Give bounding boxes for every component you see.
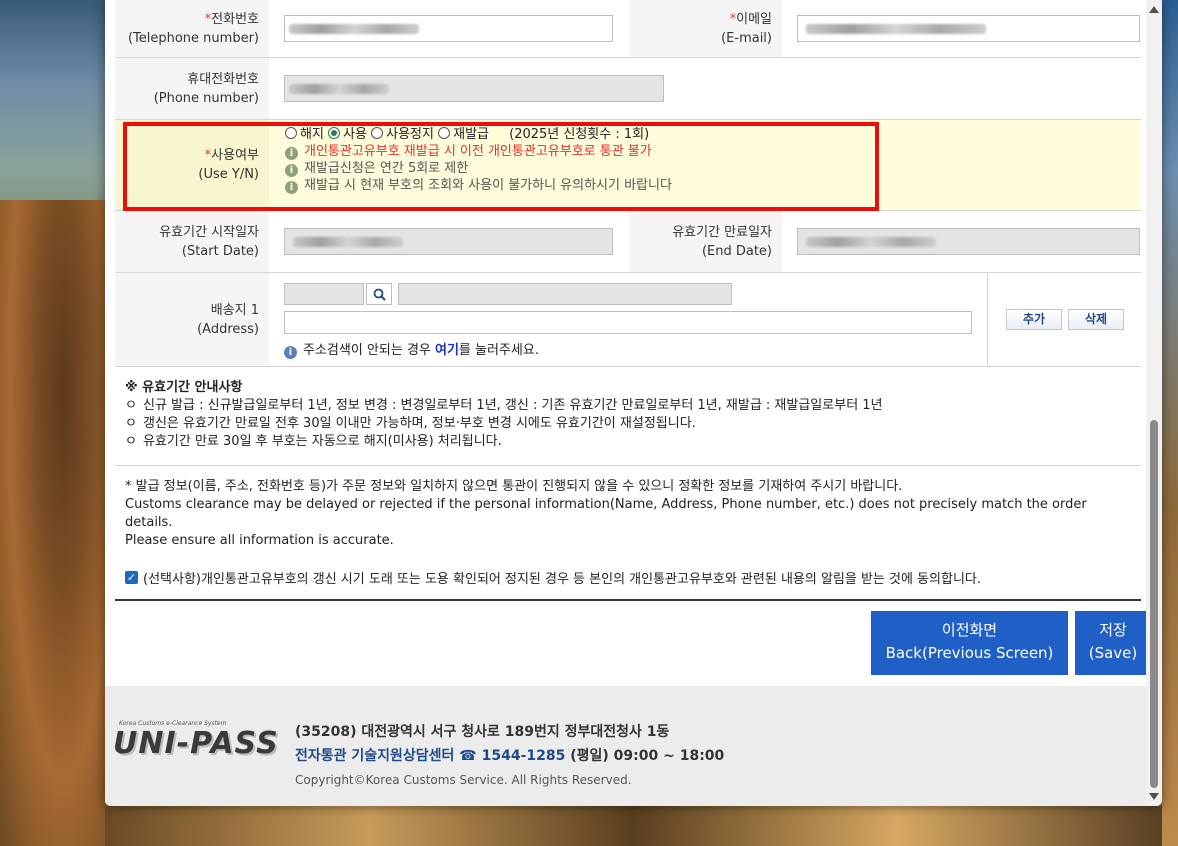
scroll-down-icon[interactable] [1149,793,1159,800]
footer-copyright: Copyright©Korea Customs Service. All Rig… [295,773,632,787]
info-icon: i [285,147,298,160]
address-fields: i 주소검색이 안되는 경우 여기를 눌러주세요. [269,273,988,366]
info-icon: i [284,346,297,359]
address-help-link[interactable]: 여기 [435,343,459,358]
end-date-field-wrap [782,211,1141,272]
mobile-row: 휴대전화번호 (Phone number) [115,58,1141,120]
validity-date-row: 유효기간 시작일자 (Start Date) 유효기간 만료일자 (End Da… [115,211,1141,273]
use-status-label: *사용여부 (Use Y/N) [115,120,269,210]
radio-circle-icon [438,127,451,139]
contact-row: *전화번호 (Telephone number) *이메일 (E-mail) [115,0,1141,58]
info-icon: i [285,164,298,177]
address-label: 배송지 1 (Address) [115,273,269,366]
start-date-input [284,228,613,255]
unipass-logo: UNI-PASS [113,726,279,761]
save-button[interactable]: 저장 (Save) [1075,611,1151,675]
notice-item: ㅇ 신규 발급 : 신규발급일로부터 1년, 정보 변경 : 변경일로부터 1년,… [125,398,883,413]
email-input[interactable] [797,15,1140,42]
action-buttons: 이전화면 Back(Previous Screen) 저장 (Save) [871,611,1151,675]
scroll-thumb[interactable] [1150,420,1158,788]
radio-suspend[interactable]: 사용정지 [371,127,434,142]
consent-text: (선택사항)개인통관고유부호의 갱신 시기 도래 또는 도용 확인되어 정지된 … [143,572,982,587]
use-note-3: i 재발급 시 현재 부호의 조회와 사용이 불가하니 유의하시기 바랍니다 [285,177,672,194]
vertical-scrollbar[interactable] [1146,0,1162,806]
mobile-field-wrap [269,58,664,119]
use-status-row: *사용여부 (Use Y/N) 해지 사용 사용정지 재발급 (2025년 신청… [115,120,1141,211]
footer-address: (35208) 대전광역시 서구 청사로 189번지 정부대전청사 1동 [295,724,670,740]
add-address-button[interactable]: 추가 [1006,309,1062,330]
browser-window: *전화번호 (Telephone number) *이메일 (E-mail) 휴… [105,0,1162,806]
telephone-label: *전화번호 (Telephone number) [115,0,269,57]
reissue-count: (2025년 신청횟수 : 1회) [509,127,650,142]
address-main-input [398,283,732,305]
start-date-field-wrap [269,211,629,272]
radio-use[interactable]: 사용 [328,127,367,142]
email-label: *이메일 (E-mail) [629,0,782,57]
use-note-1: i 개인통관고유부호 재발급 시 이전 개인통관고유부호로 통관 불가 [285,143,672,160]
radio-selected-icon [328,127,341,139]
mobile-input [284,75,664,102]
mobile-label: 휴대전화번호 (Phone number) [115,58,269,119]
notice-title: ※ 유효기간 안내사항 [125,380,243,395]
radio-circle-icon [285,127,297,139]
footer-info: (35208) 대전광역시 서구 청사로 189번지 정부대전청사 1동 전자통… [295,720,724,792]
address-help: i 주소검색이 안되는 경우 여기를 눌러주세요. [284,339,987,359]
validity-notice: ※ 유효기간 안내사항 ㅇ 신규 발급 : 신규발급일로부터 1년, 정보 변경 … [115,367,1141,451]
footer: Korea Customs e-Clearance System UNI-PAS… [105,686,1146,806]
radio-reissue[interactable]: 재발급 [438,127,489,142]
address-actions: 추가 삭제 [988,273,1130,366]
end-date-input [797,228,1140,255]
telephone-input[interactable] [284,15,613,42]
consent-checkbox[interactable]: ✓ [125,571,138,584]
radio-cancel[interactable]: 해지 [285,127,324,142]
form-content: *전화번호 (Telephone number) *이메일 (E-mail) 휴… [115,0,1141,601]
start-date-label: 유효기간 시작일자 (Start Date) [115,211,269,272]
use-radio-group: 해지 사용 사용정지 재발급 (2025년 신청횟수 : 1회) [285,126,672,143]
background-bottom [105,806,1162,846]
use-note-2: i 재발급신청은 연간 5회로 제한 [285,160,672,177]
scroll-up-icon[interactable] [1149,6,1159,13]
address-detail-input[interactable] [284,311,972,334]
address-row: 배송지 1 (Address) i 주소검색이 안되는 경우 여기를 눌러주세요… [115,273,1141,367]
telephone-field-wrap [269,0,629,57]
notice-item: ㅇ 갱신은 유효기간 만료일 전후 30일 이내만 가능하며, 정보·부호 변경 … [125,416,696,431]
end-date-label: 유효기간 만료일자 (End Date) [629,211,782,272]
info-icon: i [285,181,298,194]
accuracy-warning: * 발급 정보(이름, 주소, 전화번호 등)가 주문 정보와 일치하지 않으면… [125,479,1087,548]
use-status-options: 해지 사용 사용정지 재발급 (2025년 신청횟수 : 1회) i 개인통관고유… [269,120,672,210]
divider-thick [115,599,1141,601]
notice-item: ㅇ 유효기간 만료 30일 후 부호는 자동으로 해지(미사용) 처리됩니다. [125,434,502,449]
delete-address-button[interactable]: 삭제 [1068,309,1124,330]
footer-helpdesk: 전자통관 기술지원상담센터 ☎ 1544-1285 (평일) 09:00 ~ 1… [295,748,725,764]
consent-row: ✓ (선택사항)개인통관고유부호의 갱신 시기 도래 또는 도용 확인되어 정지… [115,550,1141,587]
email-field-wrap [782,0,1141,57]
background-right [1162,0,1178,846]
background-left [0,200,105,846]
radio-circle-icon [371,127,384,139]
postcode-input [284,283,364,305]
address-search-button[interactable] [366,283,392,305]
search-icon [373,288,386,301]
back-button[interactable]: 이전화면 Back(Previous Screen) [871,611,1068,675]
